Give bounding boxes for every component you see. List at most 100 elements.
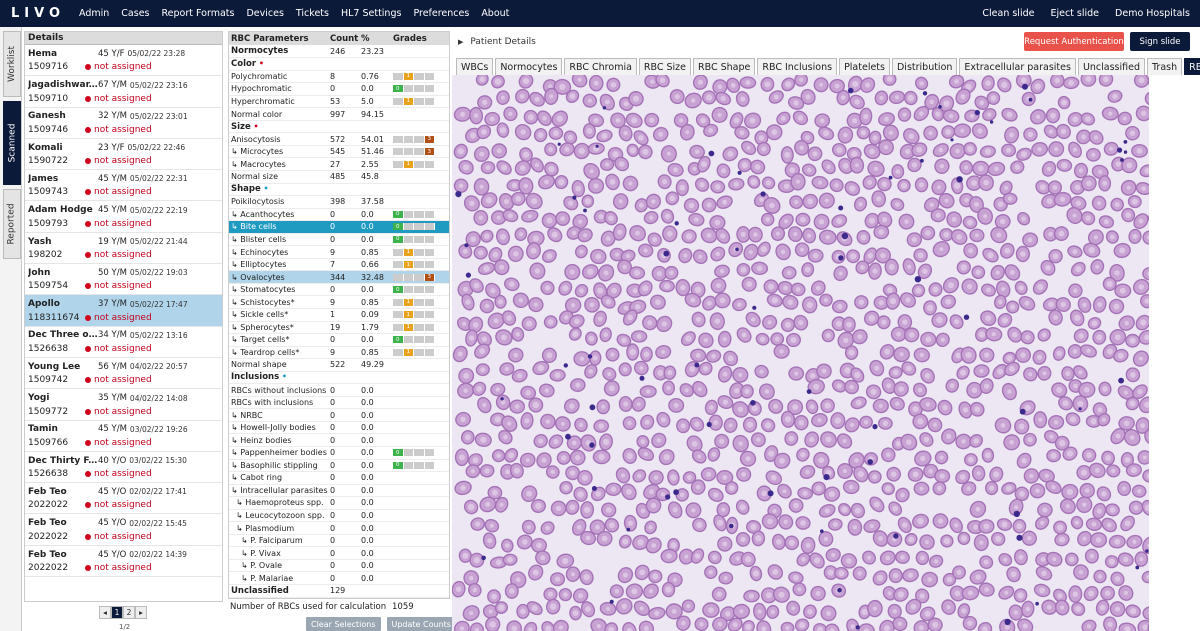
grade-segment[interactable]: 1 <box>403 261 414 269</box>
grade-bar[interactable]: 0 <box>393 85 435 93</box>
rbc-row[interactable]: ↳ Target cells* 0 0.0 0 <box>229 333 449 347</box>
grade-segment[interactable] <box>393 72 404 80</box>
rbc-row[interactable]: ↳ Plasmodium 0 0.0 <box>229 521 449 535</box>
tab-wbcs[interactable]: WBCs <box>456 58 494 75</box>
grade-segment[interactable] <box>414 85 425 93</box>
rbc-row[interactable]: Normal size 485 45.8 <box>229 170 449 184</box>
rbc-row[interactable]: ↳ Elliptocytes 7 0.66 1 <box>229 258 449 272</box>
tab-rbc-chromia[interactable]: RBC Chromia <box>564 58 637 75</box>
grade-segment[interactable] <box>414 323 425 331</box>
grade-segment[interactable] <box>424 85 435 93</box>
rbc-row[interactable]: ↳ Ovalocytes 344 32.48 3 <box>229 270 449 284</box>
rbc-row[interactable]: Anisocytosis 572 54.01 3 <box>229 132 449 146</box>
grade-segment[interactable] <box>414 248 425 256</box>
patient-row[interactable]: Feb Teo 45 Y/O 02/02/22 14:39 2022022 not as… <box>25 546 222 578</box>
grade-segment[interactable] <box>414 336 425 344</box>
tab-trash[interactable]: Trash <box>1147 58 1183 75</box>
rbc-row[interactable]: ↳ Macrocytes 27 2.55 1 <box>229 157 449 171</box>
rbc-row[interactable]: ↳ P. Malariae 0 0.0 <box>229 571 449 585</box>
grade-segment[interactable] <box>424 261 435 269</box>
patient-row[interactable]: Feb Teo 45 Y/O 02/02/22 17:41 2022022 not as… <box>25 483 222 515</box>
grade-segment[interactable]: 1 <box>403 248 414 256</box>
grade-segment[interactable] <box>414 235 425 243</box>
rbc-row[interactable]: ↳ P. Falciparum 0 0.0 <box>229 534 449 548</box>
expand-caret-icon[interactable]: ▶ <box>458 38 463 46</box>
rbc-row[interactable]: Shape • <box>229 183 449 197</box>
grade-segment[interactable]: 3 <box>424 148 435 156</box>
grade-segment[interactable]: 0 <box>393 210 404 218</box>
clear-selections-button[interactable]: Clear Selections <box>306 617 381 631</box>
grade-segment[interactable] <box>424 286 435 294</box>
update-counts-button[interactable]: Update Counts <box>386 617 456 631</box>
grade-segment[interactable] <box>414 348 425 356</box>
grade-segment[interactable]: 0 <box>393 336 404 344</box>
grade-segment[interactable] <box>414 261 425 269</box>
grade-segment[interactable] <box>393 135 404 143</box>
grade-segment[interactable] <box>424 72 435 80</box>
rbc-row[interactable]: ↳ Bite cells 0 0.0 0 <box>229 220 449 234</box>
grade-segment[interactable]: 0 <box>393 223 404 231</box>
pager-page-1[interactable]: 1 <box>111 606 123 619</box>
grade-segment[interactable]: 3 <box>424 273 435 281</box>
grade-segment[interactable] <box>424 223 435 231</box>
grade-segment[interactable] <box>414 223 425 231</box>
sign-slide-button[interactable]: Sign slide <box>1130 32 1190 51</box>
rbc-row[interactable]: ↳ Howell-Jolly bodies 0 0.0 <box>229 421 449 435</box>
grade-bar[interactable]: 0 <box>393 223 435 231</box>
grade-bar[interactable]: 0 <box>393 210 435 218</box>
nav-about[interactable]: About <box>481 8 509 19</box>
grade-segment[interactable] <box>393 348 404 356</box>
rbc-row[interactable]: Normal color 997 94.15 <box>229 107 449 121</box>
grade-segment[interactable] <box>393 248 404 256</box>
tab-rbc-view[interactable]: RBC View <box>1184 58 1200 75</box>
rbc-row[interactable]: ↳ Blister cells 0 0.0 0 <box>229 233 449 247</box>
grade-segment[interactable] <box>424 210 435 218</box>
rbc-row[interactable]: Inclusions • <box>229 371 449 385</box>
patient-row[interactable]: Komali 23 Y/F 05/02/22 22:46 1590722 not ass… <box>25 139 222 171</box>
rbc-row[interactable]: ↳ Schistocytes* 9 0.85 1 <box>229 295 449 309</box>
grade-segment[interactable] <box>424 160 435 168</box>
grade-segment[interactable] <box>424 336 435 344</box>
grade-segment[interactable]: 0 <box>393 449 404 457</box>
rbc-row[interactable]: ↳ Basophilic stippling 0 0.0 0 <box>229 459 449 473</box>
grade-segment[interactable] <box>393 323 404 331</box>
patient-row[interactable]: Dec Thirty F... 40 Y/O 03/02/22 15:30 15266… <box>25 452 222 484</box>
rbc-row[interactable]: ↳ P. Ovale 0 0.0 <box>229 559 449 573</box>
grade-segment[interactable] <box>414 72 425 80</box>
grade-segment[interactable]: 0 <box>393 85 404 93</box>
rbc-row[interactable]: Hypochromatic 0 0.0 0 <box>229 82 449 96</box>
grade-segment[interactable] <box>393 311 404 319</box>
grade-segment[interactable] <box>424 461 435 469</box>
nav-tickets[interactable]: Tickets <box>296 8 329 19</box>
rbc-row[interactable]: ↳ Echinocytes 9 0.85 1 <box>229 245 449 259</box>
nav-eject-slide[interactable]: Eject slide <box>1050 8 1099 19</box>
tab-normocytes[interactable]: Normocytes <box>495 58 563 75</box>
rbc-row[interactable]: ↳ Sickle cells* 1 0.09 1 <box>229 308 449 322</box>
tab-rbc-inclusions[interactable]: RBC Inclusions <box>757 58 838 75</box>
grade-segment[interactable] <box>424 348 435 356</box>
tab-distribution[interactable]: Distribution <box>891 58 958 75</box>
grade-segment[interactable] <box>393 160 404 168</box>
grade-segment[interactable]: 1 <box>403 348 414 356</box>
rbc-row[interactable]: Unclassified 129 <box>229 584 449 598</box>
tab-rbc-shape[interactable]: RBC Shape <box>693 58 756 75</box>
grade-bar[interactable]: 0 <box>393 286 435 294</box>
grade-segment[interactable]: 1 <box>403 160 414 168</box>
tab-scanned[interactable]: Scanned <box>3 101 21 185</box>
grade-segment[interactable] <box>424 323 435 331</box>
patient-row[interactable]: Hema 45 Y/F 05/02/22 23:28 1509716 not assig… <box>25 45 222 77</box>
tab-platelets[interactable]: Platelets <box>839 58 890 75</box>
grade-segment[interactable] <box>414 97 425 105</box>
grade-bar[interactable]: 1 <box>393 323 435 331</box>
rbc-row[interactable]: ↳ Acanthocytes 0 0.0 0 <box>229 208 449 222</box>
rbc-row[interactable]: ↳ NRBC 0 0.0 <box>229 408 449 422</box>
grade-segment[interactable]: 0 <box>393 461 404 469</box>
grade-bar[interactable]: 1 <box>393 97 435 105</box>
patient-row[interactable]: John 50 Y/M 05/02/22 19:03 1509754 not assig… <box>25 264 222 296</box>
rbc-row[interactable]: ↳ Leucocytozoon spp. 0 0.0 <box>229 509 449 523</box>
rbc-row[interactable]: ↳ P. Vivax 0 0.0 <box>229 546 449 560</box>
patient-row[interactable]: Yogi 35 Y/M 04/02/22 14:08 1509772 not assig… <box>25 389 222 421</box>
grade-segment[interactable] <box>414 160 425 168</box>
rbc-row[interactable]: ↳ Heinz bodies 0 0.0 <box>229 433 449 447</box>
rbc-row[interactable]: Size • <box>229 120 449 134</box>
